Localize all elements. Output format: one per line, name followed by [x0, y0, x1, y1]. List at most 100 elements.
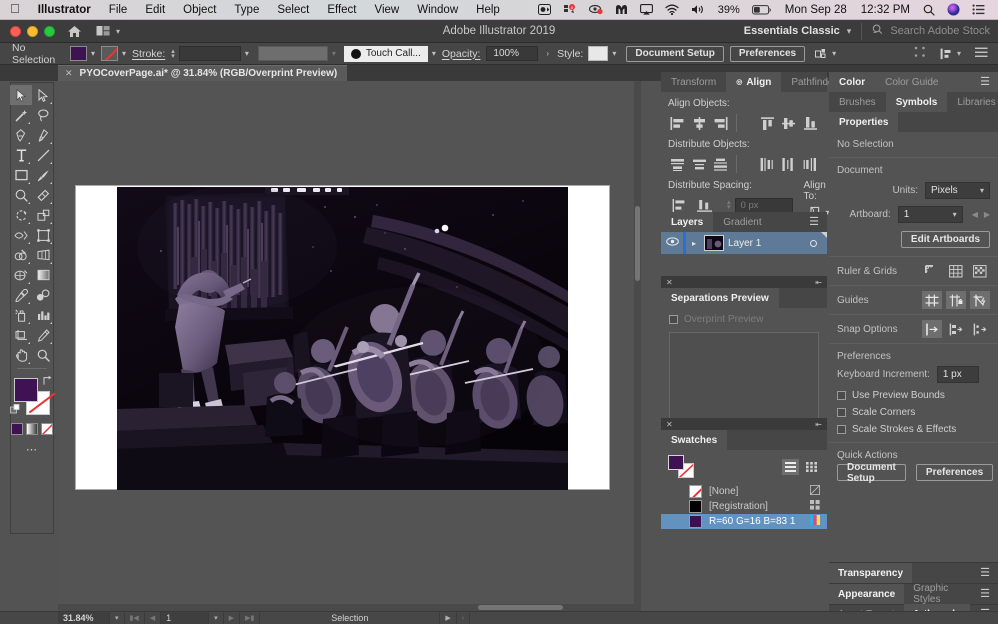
adobe-stock-search[interactable]: Search Adobe Stock [872, 24, 990, 38]
panel-menu-icon[interactable]: ☰ [801, 212, 827, 232]
menu-app-name[interactable]: Illustrator [29, 0, 100, 20]
menu-effect[interactable]: Effect [318, 0, 365, 20]
quick-document-setup-button[interactable]: Document Setup [837, 462, 906, 484]
quick-preferences-button[interactable]: Preferences [915, 464, 994, 481]
units-select[interactable]: Pixels ▾ [925, 182, 990, 199]
distribute-vertical-center-icon[interactable] [689, 154, 711, 174]
artboard-1[interactable] [75, 185, 610, 490]
spacing-stepper[interactable]: ▴ ▾ [727, 199, 731, 211]
opacity-input[interactable]: 100% [486, 46, 539, 61]
panel-menu-icon[interactable]: ☰ [972, 584, 998, 605]
brush-definition-select[interactable] [257, 46, 328, 61]
default-fill-stroke-icon[interactable] [10, 404, 21, 418]
grid-view-icon[interactable] [803, 459, 820, 475]
use-preview-bounds-checkbox[interactable] [837, 391, 846, 400]
align-vertical-center-icon[interactable] [778, 113, 800, 133]
spacing-value-input[interactable]: 0 px [734, 197, 793, 213]
wifi-icon[interactable] [659, 4, 685, 15]
zoom-dropdown-icon[interactable]: ▾ [110, 611, 125, 624]
tab-align[interactable]: ◎ Align [726, 72, 782, 92]
close-panel-icon[interactable]: ✕ [666, 420, 673, 429]
distribute-left-icon[interactable] [756, 154, 778, 174]
tab-symbols[interactable]: Symbols [885, 92, 948, 112]
malwarebytes-icon[interactable] [609, 4, 634, 15]
show-grid-icon[interactable] [946, 262, 966, 280]
home-icon[interactable] [67, 25, 82, 38]
document-tab[interactable]: ✕ PYOCoverPage.ai* @ 31.84% (RGB/Overpri… [58, 65, 348, 81]
snap-to-pixel-icon[interactable] [970, 320, 990, 338]
tab-brushes[interactable]: Brushes [829, 92, 886, 112]
close-tab-icon[interactable]: ✕ [65, 68, 73, 79]
stroke-label[interactable]: Stroke: [132, 48, 165, 60]
swatch-row-none[interactable]: [None] [661, 484, 827, 499]
arrange-documents-icon[interactable]: ▾ [96, 25, 120, 37]
workspace-switcher[interactable]: Essentials Classic [744, 25, 840, 37]
canvas-horizontal-scrollbar[interactable] [58, 604, 641, 611]
status-resize-icon[interactable]: ‹ [457, 611, 471, 624]
lasso-tool[interactable] [32, 105, 54, 125]
edit-artboards-button[interactable]: Edit Artboards [900, 231, 990, 248]
stroke-color-swatch[interactable] [101, 46, 119, 61]
slice-tool[interactable] [32, 325, 54, 345]
align-bottom-icon[interactable] [799, 113, 821, 133]
direct-selection-tool[interactable] [32, 85, 54, 105]
curvature-tool[interactable] [32, 125, 54, 145]
symbol-sprayer-tool[interactable] [10, 305, 32, 325]
chevron-right-icon[interactable]: ▸ [686, 239, 702, 248]
none-mode-icon[interactable] [41, 423, 53, 435]
next-artboard-icon[interactable]: ▶ [224, 611, 241, 624]
last-artboard-icon[interactable]: ▶▮ [240, 611, 261, 624]
use-preview-bounds-row[interactable]: Use Preview Bounds [829, 387, 998, 404]
artboard-number-field[interactable]: 1 [161, 611, 210, 624]
apple-logo-icon[interactable]:  [8, 0, 29, 21]
tab-color[interactable]: Color [829, 72, 876, 92]
gradient-mode-icon[interactable] [26, 423, 38, 435]
chevron-down-icon[interactable]: ▾ [612, 49, 616, 58]
scale-strokes-checkbox[interactable] [837, 425, 846, 434]
distribute-bottom-icon[interactable] [710, 154, 732, 174]
show-guides-icon[interactable] [922, 291, 942, 309]
align-right-icon[interactable] [710, 113, 732, 133]
stroke-weight-stepper[interactable]: ▴ ▾ [171, 48, 175, 60]
panel-menu-icon[interactable]: ☰ [972, 72, 998, 92]
tab-transparency[interactable]: Transparency [829, 562, 913, 584]
eraser-tool[interactable] [32, 185, 54, 205]
type-tool[interactable] [10, 145, 32, 165]
layer-row-1[interactable]: ▸ Layer 1 [661, 232, 827, 254]
screen-record-icon[interactable] [532, 4, 557, 15]
siri-icon[interactable] [941, 3, 966, 16]
collapse-panel-icon[interactable]: ⇤ [815, 278, 822, 287]
menu-view[interactable]: View [366, 0, 409, 20]
free-transform-tool[interactable] [32, 225, 54, 245]
eyeball-badge-icon[interactable] [583, 4, 609, 15]
lock-guides-icon[interactable] [946, 291, 966, 309]
airplay-icon[interactable] [634, 4, 659, 15]
perspective-grid-tool[interactable] [32, 245, 54, 265]
edit-toolbar-icon[interactable]: ⋯ [26, 443, 38, 456]
overprint-preview-row[interactable]: Overprint Preview [661, 308, 827, 328]
mesh-tool[interactable] [10, 265, 32, 285]
magic-wand-tool[interactable] [10, 105, 32, 125]
canvas-area[interactable] [58, 81, 641, 611]
maximize-window-button[interactable] [44, 25, 55, 37]
scale-corners-checkbox[interactable] [837, 408, 846, 417]
menu-select[interactable]: Select [268, 0, 318, 20]
first-artboard-icon[interactable]: ▮◀ [125, 611, 145, 624]
previous-artboard-icon[interactable]: ◀ [145, 611, 162, 624]
scale-strokes-row[interactable]: Scale Strokes & Effects [829, 421, 998, 442]
artboard-dropdown-icon[interactable]: ▾ [209, 611, 224, 624]
close-panel-icon[interactable]: ✕ [666, 278, 673, 287]
distribute-top-icon[interactable] [667, 154, 689, 174]
artboard-tool[interactable] [10, 325, 32, 345]
document-setup-button[interactable]: Document Setup [626, 45, 724, 62]
keyboard-increment-input[interactable]: 1 px [936, 366, 979, 383]
chevron-down-icon[interactable]: ▾ [432, 49, 436, 58]
chevron-down-icon[interactable]: ▾ [332, 49, 336, 58]
zoom-level-field[interactable]: 31.84% [58, 611, 110, 624]
tab-graphic-styles[interactable]: Graphic Styles [904, 583, 972, 605]
list-view-icon[interactable] [782, 459, 799, 475]
zoom-tool[interactable] [32, 345, 54, 365]
width-tool[interactable] [10, 225, 32, 245]
options-menu-icon[interactable] [975, 47, 988, 61]
orchestra-concert-artwork[interactable] [117, 187, 568, 490]
